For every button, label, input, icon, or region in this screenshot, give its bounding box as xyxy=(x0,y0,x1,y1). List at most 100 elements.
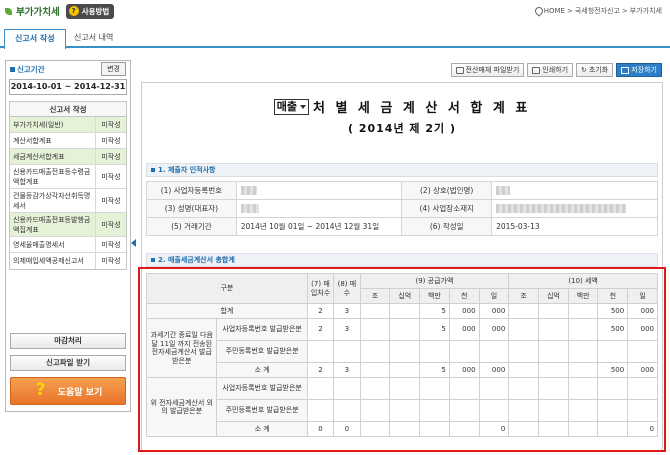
cell-tax: 000 xyxy=(627,303,658,319)
chevron-down-icon xyxy=(299,104,306,109)
cell-buyers xyxy=(306,399,335,422)
cell-supply: 000 xyxy=(478,318,510,341)
masked-value xyxy=(240,204,259,214)
howto-button[interactable]: ? 사용방법 xyxy=(65,3,115,19)
cell-sheets xyxy=(333,399,361,422)
cell-tax: 500 xyxy=(597,362,629,378)
sales-purchase-select[interactable]: 매출 xyxy=(273,98,309,115)
help-question-icon xyxy=(34,380,52,401)
finish-button[interactable]: 마감처리 xyxy=(10,333,126,349)
save-button[interactable]: 저장하기 xyxy=(616,63,662,77)
cell-tax xyxy=(597,399,629,422)
cell-sheets xyxy=(333,340,361,363)
cell-tax xyxy=(538,377,569,400)
cell-buyers: 0 xyxy=(306,421,335,437)
cell-tax: 500 xyxy=(597,303,629,319)
period-value: 2014년 10월 01일 ~ 2014년 12월 31일 xyxy=(235,217,403,236)
form-item-card-issued[interactable]: 신용카드매출전표등발행금액집계표 미작성 xyxy=(10,213,126,237)
tab-bar: 신고서 작성 신고서 내역 xyxy=(0,26,670,49)
biz-reg-label: 사업자등록번호 발급받은분 xyxy=(216,318,308,341)
submitter-info-table: (1) 사업자등록번호 (2) 상호(법인명) (3) 성명(대표자) (4) … xyxy=(146,181,658,236)
form-item-depreciable-assets[interactable]: 건물등감가상각자산취득명세서 미작성 xyxy=(10,189,126,213)
bullet-icon xyxy=(151,258,155,262)
form-item-name: 신용카드매출전표등수령금액합계표 xyxy=(10,165,96,188)
cell-supply xyxy=(389,318,421,341)
col-sheets: (8) 매수 xyxy=(333,273,361,304)
help-label: 도움말 보기 xyxy=(57,387,103,398)
form-item-card-received[interactable]: 신용카드매출전표등수령금액합계표 미작성 xyxy=(10,165,126,189)
cell-tax xyxy=(538,362,569,378)
refresh-icon: ↻ xyxy=(581,66,587,74)
breadcrumb-home[interactable]: HOME xyxy=(544,7,565,15)
cell-supply: 0 xyxy=(478,421,510,437)
cell-supply xyxy=(359,377,391,400)
group1-label: 과세기간 종료일 다음달 11일 까지 전송된 전자세금계산서 발급받은분 xyxy=(145,318,218,378)
change-period-button[interactable]: 변경 xyxy=(101,62,126,76)
section-title: 2. 매출세금계산서 총합계 xyxy=(158,256,235,264)
form-item-invoice-summary[interactable]: 계산서합계표 미작성 xyxy=(10,133,126,149)
form-item-deemed-input[interactable]: 의제매입세액공제신고서 미작성 xyxy=(10,253,126,269)
cell-supply xyxy=(359,340,391,363)
receive-file-button[interactable]: 신고파일 받기 xyxy=(10,355,126,371)
cell-buyers: 2 xyxy=(306,303,335,319)
tab-report-write[interactable]: 신고서 작성 xyxy=(4,29,66,49)
unit-header: 일 xyxy=(478,288,510,304)
unit-header: 십억 xyxy=(389,288,421,304)
summary-table: 구분 (7) 매입처수 (8) 매수 (9) 공급가액 (10) 세액 조 십억… xyxy=(145,273,658,437)
cell-buyers: 2 xyxy=(306,362,335,378)
date-value: 2015-03-13 xyxy=(491,217,658,236)
form-item-name: 신용카드매출전표등발행금액집계표 xyxy=(10,213,96,236)
cell-sheets: 3 xyxy=(333,362,361,378)
form-item-tax-invoice-summary[interactable]: 세금계산서합계표 미작성 xyxy=(10,149,126,165)
document-title-block: 매출 처 별 세 금 계 산 서 합 계 표 ( 2014년 제 2기 ) xyxy=(142,97,662,136)
breadcrumb: HOME > 국세청전자신고 > 부가가치세 xyxy=(535,6,662,16)
section-summary-header: 2. 매출세금계산서 총합계 xyxy=(146,253,658,267)
cell-tax xyxy=(508,340,540,363)
cell-supply: 5 xyxy=(419,318,450,341)
cell-supply xyxy=(448,377,480,400)
reset-button[interactable]: ↻ 초기화 xyxy=(576,63,614,77)
col-buyers: (7) 매입처수 xyxy=(306,273,335,304)
unit-header: 일 xyxy=(627,288,658,304)
biz-reg-label: 사업자등록번호 발급받은분 xyxy=(216,377,308,400)
location-pin-icon xyxy=(535,7,541,15)
tab-report-history[interactable]: 신고서 내역 xyxy=(64,29,123,48)
cell-supply: 5 xyxy=(419,362,450,378)
form-item-status: 미작성 xyxy=(96,213,126,236)
cell-supply xyxy=(359,421,391,437)
form-item-zero-rate[interactable]: 영세율매출명세서 미작성 xyxy=(10,237,126,253)
cell-supply: 000 xyxy=(448,318,480,341)
cell-tax xyxy=(567,362,599,378)
cell-tax xyxy=(627,377,658,400)
rep-name-label: (3) 성명(대표자) xyxy=(146,199,237,218)
form-item-name: 세금계산서합계표 xyxy=(10,149,96,164)
cell-supply xyxy=(419,421,450,437)
help-button[interactable]: 도움말 보기 xyxy=(10,377,126,405)
unit-header: 십억 xyxy=(538,288,569,304)
cell-tax xyxy=(538,399,569,422)
collapse-sidebar-icon[interactable] xyxy=(131,236,137,250)
table-row: 주민등록번호 발급받은분 xyxy=(147,399,658,422)
cell-supply xyxy=(419,340,450,363)
cell-tax xyxy=(597,377,629,400)
cell-tax xyxy=(538,303,569,319)
print-button[interactable]: 인쇄하기 xyxy=(527,63,574,77)
save-label: 저장하기 xyxy=(631,66,657,74)
breadcrumb-vat: 부가가치세 xyxy=(629,7,662,15)
form-item-status: 미작성 xyxy=(101,240,121,249)
form-list-title: 신고서 작성 xyxy=(10,102,126,117)
cell-supply: 000 xyxy=(478,362,510,378)
breadcrumb-efiling[interactable]: 국세청전자신고 xyxy=(575,6,620,16)
download-file-button[interactable]: 전산매체 파일받기 xyxy=(450,63,525,77)
table-row: 소 계 0 0 0 0 xyxy=(147,421,658,437)
form-item-vat-general[interactable]: 부가가치세(일반) 미작성 xyxy=(10,117,126,133)
row-total-label: 합계 xyxy=(146,303,308,319)
cell-supply: 000 xyxy=(448,303,480,319)
col-category: 구분 xyxy=(146,273,308,304)
cell-buyers xyxy=(306,340,335,363)
unit-header: 조 xyxy=(359,288,391,304)
cell-tax: 000 xyxy=(627,318,658,341)
table-row: 위 전자세금계산서 외 의 발급받은분 사업자등록번호 발급받은분 xyxy=(145,377,658,437)
save-icon xyxy=(621,66,630,74)
unit-header: 천 xyxy=(597,288,629,304)
